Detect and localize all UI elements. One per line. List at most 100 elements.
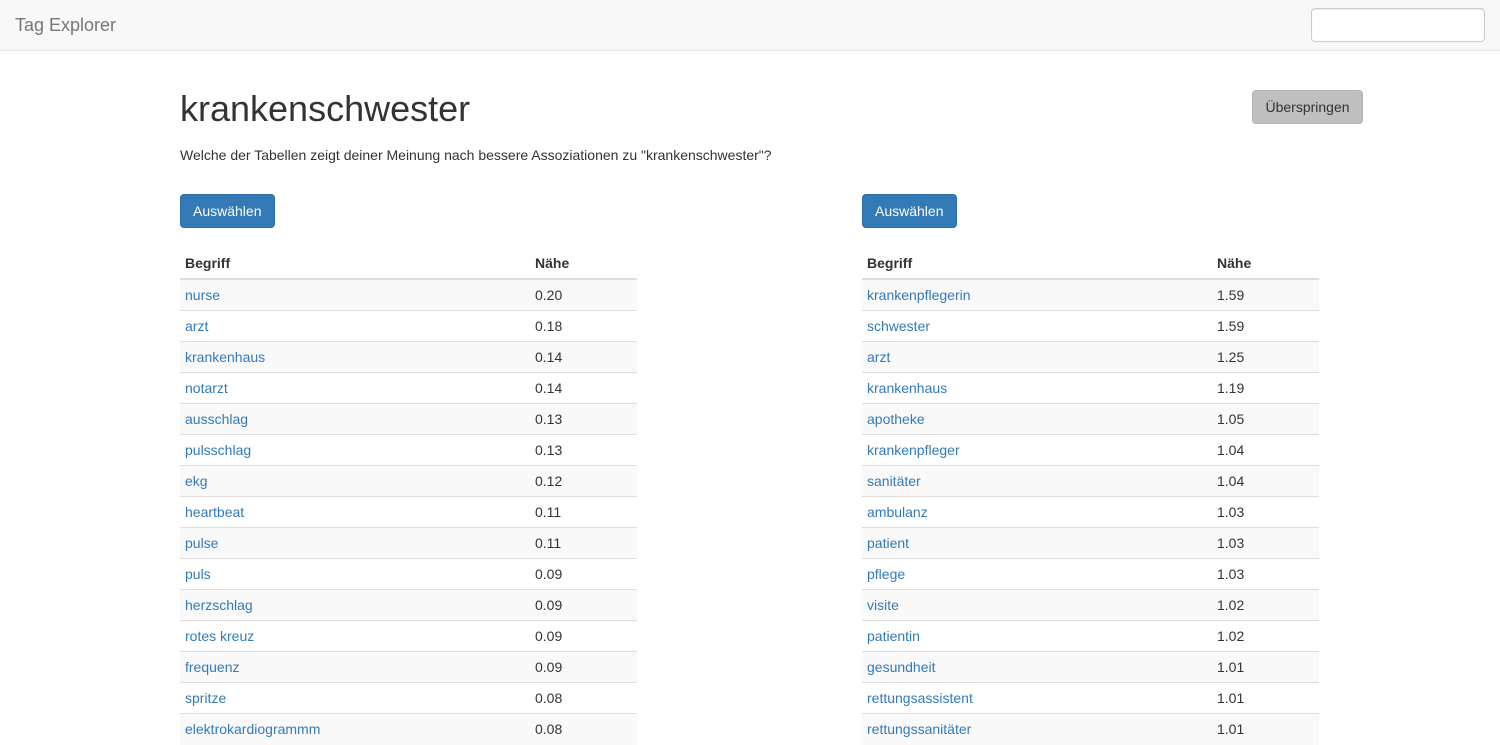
proximity-value: 1.02: [1212, 589, 1319, 621]
right-association-table: Begriff Nähe krankenpflegerin 1.59 schwest…: [862, 248, 1319, 745]
search-input[interactable]: [1311, 8, 1485, 42]
term-cell: krankenhaus: [180, 341, 530, 373]
table-row: frequenz 0.09: [180, 651, 637, 683]
left-table-body: nurse 0.20 arzt 0.18 krankenhaus 0.14 notarzt 0…: [180, 278, 637, 745]
term-link[interactable]: ambulanz: [867, 504, 928, 520]
table-row: pulsschlag 0.13: [180, 434, 637, 466]
proximity-value: 0.09: [530, 620, 637, 652]
term-link[interactable]: pulsschlag: [185, 442, 251, 458]
term-link[interactable]: puls: [185, 566, 211, 582]
term-cell: rettungsassistent: [862, 682, 1212, 714]
term-cell: ekg: [180, 465, 530, 497]
term-cell: pulse: [180, 527, 530, 559]
term-link[interactable]: schwester: [867, 318, 930, 334]
term-link[interactable]: ausschlag: [185, 411, 248, 427]
proximity-value: 0.13: [530, 403, 637, 435]
term-cell: notarzt: [180, 372, 530, 404]
left-association-table: Begriff Nähe nurse 0.20 arzt 0.18 krankenhau…: [180, 248, 637, 745]
term-link[interactable]: arzt: [867, 349, 890, 365]
term-cell: pflege: [862, 558, 1212, 590]
term-cell: krankenpfleger: [862, 434, 1212, 466]
term-link[interactable]: krankenpfleger: [867, 442, 960, 458]
term-link[interactable]: gesundheit: [867, 659, 936, 675]
column-header-proximity: Nähe: [530, 248, 637, 280]
proximity-value: 0.09: [530, 651, 637, 683]
table-row: notarzt 0.14: [180, 372, 637, 404]
proximity-value: 0.11: [530, 496, 637, 528]
term-link[interactable]: patientin: [867, 628, 920, 644]
select-left-button[interactable]: Auswählen: [180, 194, 275, 228]
table-row: visite 1.02: [862, 589, 1319, 621]
proximity-value: 0.20: [530, 278, 637, 311]
term-cell: ausschlag: [180, 403, 530, 435]
term-link[interactable]: spritze: [185, 690, 226, 706]
term-link[interactable]: rotes kreuz: [185, 628, 254, 644]
proximity-value: 1.19: [1212, 372, 1319, 404]
term-link[interactable]: patient: [867, 535, 909, 551]
term-link[interactable]: apotheke: [867, 411, 925, 427]
table-row: ekg 0.12: [180, 465, 637, 497]
table-row: krankenhaus 1.19: [862, 372, 1319, 404]
term-link[interactable]: krankenhaus: [867, 380, 947, 396]
term-cell: pulsschlag: [180, 434, 530, 466]
proximity-value: 0.13: [530, 434, 637, 466]
term-cell: puls: [180, 558, 530, 590]
table-row: pulse 0.11: [180, 527, 637, 559]
term-cell: sanitäter: [862, 465, 1212, 497]
term-link[interactable]: frequenz: [185, 659, 239, 675]
left-panel: Auswählen Begriff Nähe nurse 0.20 arzt 0.18…: [180, 194, 637, 745]
term-cell: elektrokardiogrammm: [180, 713, 530, 745]
proximity-value: 0.09: [530, 558, 637, 590]
table-row: arzt 0.18: [180, 310, 637, 342]
table-row: elektrokardiogrammm 0.08: [180, 713, 637, 745]
column-header-term: Begriff: [862, 248, 1212, 280]
term-link[interactable]: sanitäter: [867, 473, 921, 489]
table-row: rotes kreuz 0.09: [180, 620, 637, 652]
term-cell: heartbeat: [180, 496, 530, 528]
brand-link[interactable]: Tag Explorer: [15, 15, 116, 35]
term-link[interactable]: visite: [867, 597, 899, 613]
proximity-value: 1.05: [1212, 403, 1319, 435]
table-row: puls 0.09: [180, 558, 637, 590]
proximity-value: 1.03: [1212, 527, 1319, 559]
term-cell: nurse: [180, 278, 530, 311]
table-row: pflege 1.03: [862, 558, 1319, 590]
term-link[interactable]: notarzt: [185, 380, 228, 396]
term-link[interactable]: nurse: [185, 287, 220, 303]
term-link[interactable]: elektrokardiogrammm: [185, 721, 320, 737]
navbar: Tag Explorer: [0, 0, 1500, 51]
table-row: krankenpfleger 1.04: [862, 434, 1319, 466]
term-cell: frequenz: [180, 651, 530, 683]
proximity-value: 1.02: [1212, 620, 1319, 652]
term-link[interactable]: ekg: [185, 473, 208, 489]
right-table-body: krankenpflegerin 1.59 schwester 1.59 arzt 1.2…: [862, 278, 1319, 745]
proximity-value: 0.12: [530, 465, 637, 497]
proximity-value: 1.04: [1212, 434, 1319, 466]
table-row: sanitäter 1.04: [862, 465, 1319, 497]
table-row: ambulanz 1.03: [862, 496, 1319, 528]
term-cell: visite: [862, 589, 1212, 621]
proximity-value: 0.18: [530, 310, 637, 342]
term-cell: arzt: [862, 341, 1212, 373]
table-row: patientin 1.02: [862, 620, 1319, 652]
term-link[interactable]: krankenpflegerin: [867, 287, 971, 303]
term-cell: spritze: [180, 682, 530, 714]
term-link[interactable]: rettungssanitäter: [867, 721, 971, 737]
skip-button[interactable]: Überspringen: [1252, 90, 1363, 124]
term-link[interactable]: heartbeat: [185, 504, 244, 520]
term-link[interactable]: krankenhaus: [185, 349, 265, 365]
proximity-value: 1.59: [1212, 310, 1319, 342]
term-cell: ambulanz: [862, 496, 1212, 528]
term-link[interactable]: pflege: [867, 566, 905, 582]
table-row: rettungsassistent 1.01: [862, 682, 1319, 714]
term-link[interactable]: pulse: [185, 535, 218, 551]
term-link[interactable]: herzschlag: [185, 597, 253, 613]
term-link[interactable]: rettungsassistent: [867, 690, 973, 706]
table-row: nurse 0.20: [180, 278, 637, 311]
term-link[interactable]: arzt: [185, 318, 208, 334]
term-cell: patientin: [862, 620, 1212, 652]
proximity-value: 1.01: [1212, 651, 1319, 683]
term-cell: krankenpflegerin: [862, 278, 1212, 311]
table-row: ausschlag 0.13: [180, 403, 637, 435]
select-right-button[interactable]: Auswählen: [862, 194, 957, 228]
